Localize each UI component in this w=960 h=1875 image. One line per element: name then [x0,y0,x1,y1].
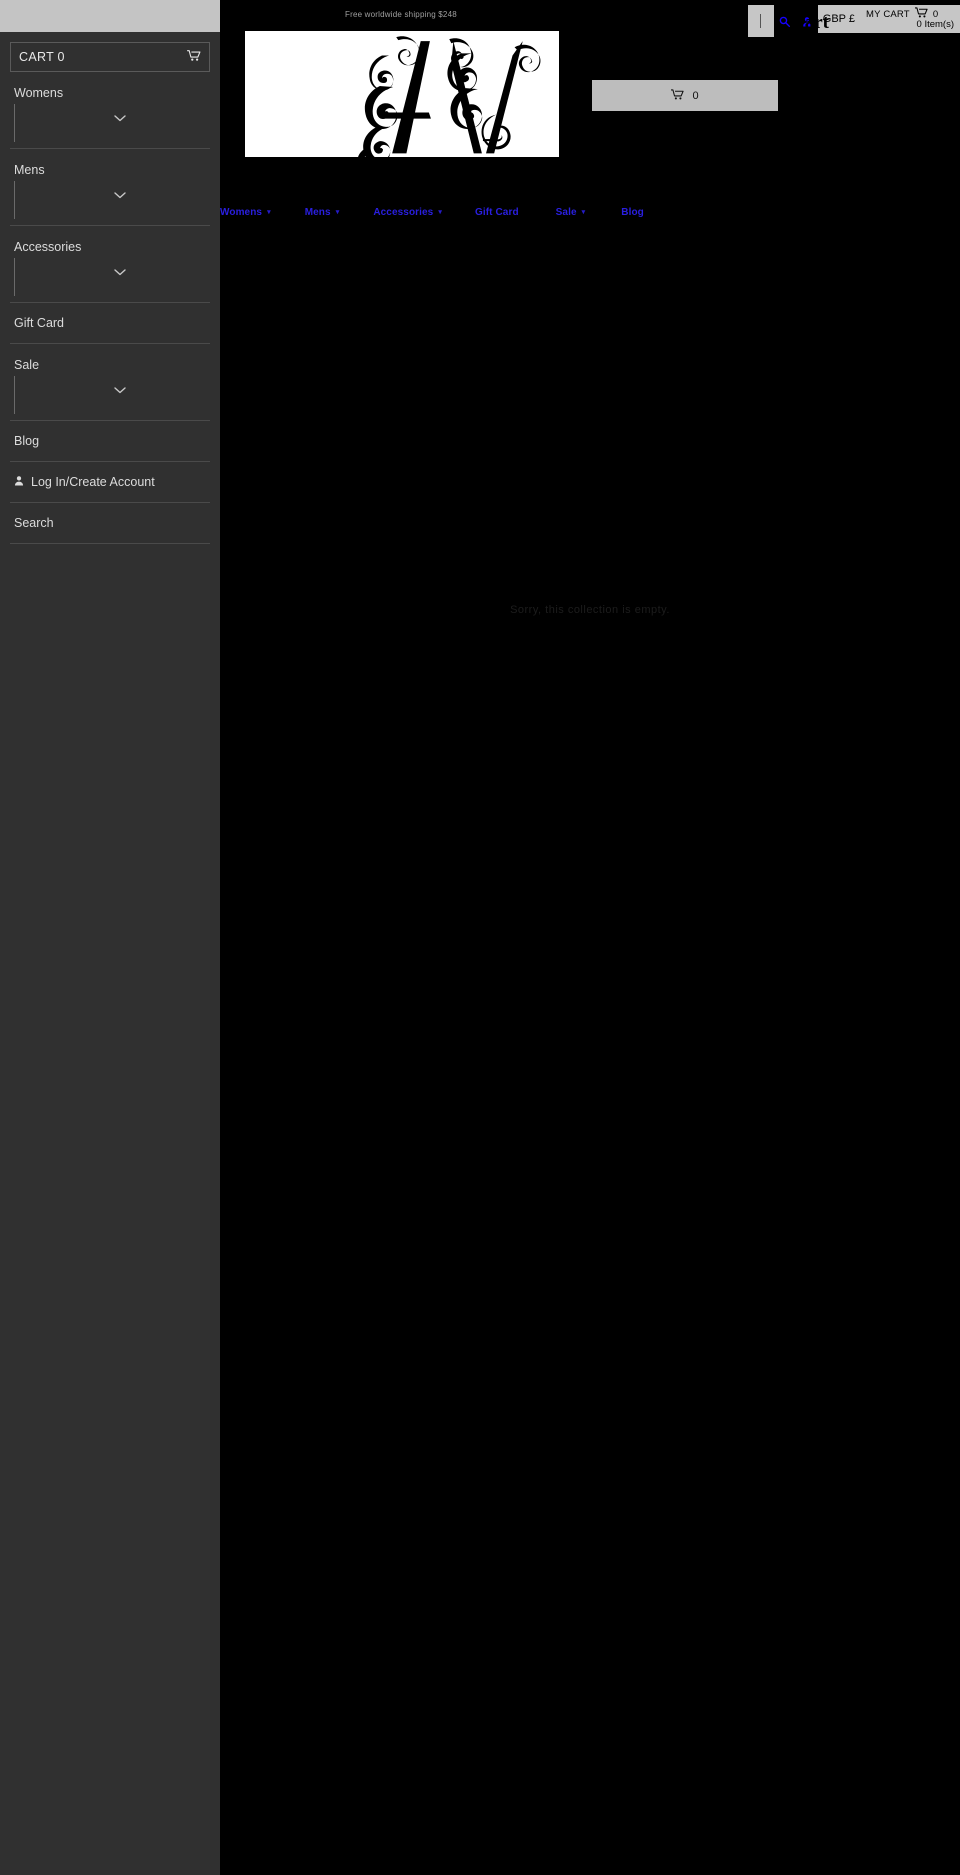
nav-item-blog[interactable]: Blog [621,207,644,218]
chevron-down-icon[interactable] [114,268,126,276]
announcement-text: Free worldwide shipping $248 [345,10,457,19]
chevron-down-icon[interactable] [114,386,126,394]
header-utility-bar: GBP £ MY CART 0 0 Item(s) [747,5,960,37]
mini-cart-button[interactable]: 0 [592,80,778,111]
sidebar-item-mens[interactable]: Mens [10,149,210,226]
sidebar-submenu-region [10,177,210,225]
sidebar-item-womens[interactable]: Womens [10,72,210,149]
sidebar-item-accessories[interactable]: Accessories [10,226,210,303]
nav-item-womens[interactable]: Womens ▾ [220,207,271,218]
sidebar-submenu-region [10,254,210,302]
sidebar-item-label: Log In/Create Account [31,475,155,489]
sidebar-item-label: Blog [14,434,40,448]
chevron-down-icon: ▾ [438,209,442,216]
nav-item-accessories[interactable]: Accessories ▾ [373,207,442,218]
sidebar-submenu-region [10,372,210,420]
cart-summary[interactable]: MY CART 0 0 Item(s) [860,5,960,33]
nav-item-gift-card[interactable]: Gift Card [475,207,519,218]
search-icon[interactable] [774,5,796,37]
main-content-area [220,224,960,1875]
sidebar-item-sale[interactable]: Sale [10,344,210,421]
sidebar-item-account[interactable]: Log In/Create Account [10,462,210,503]
nav-item-label: Accessories [373,206,434,218]
nav-item-label: Blog [621,206,644,218]
sidebar-item-label: Mens [14,163,45,177]
sidebar-item-blog[interactable]: Blog [10,421,210,462]
cart-items-text: 0 Item(s) [916,19,954,30]
sidebar-submenu-region [10,100,210,148]
nav-item-mens[interactable]: Mens ▾ [305,207,340,218]
user-icon[interactable] [796,5,818,37]
sidebar-item-label: Search [14,516,54,530]
site-logo[interactable] [245,31,559,157]
empty-collection-message: Sorry, this collection is empty. [510,604,670,616]
submenu-rule [14,181,15,219]
sidebar-item-label: Gift Card [14,316,65,330]
sidebar-body: CART 0 Womens Mens Accessories Gift Card… [0,42,220,544]
nav-item-sale[interactable]: Sale ▾ [556,207,586,218]
sidebar-search-input[interactable] [8,5,212,27]
chevron-down-icon: ▾ [335,209,340,216]
chevron-down-icon: ▾ [581,209,586,216]
nav-item-label: Sale [555,206,577,218]
user-icon [14,475,24,489]
nav-item-label: Gift Card [474,206,519,218]
cart-count: 0 [932,8,939,20]
main-navigation: Womens ▾ Mens ▾ Accessories ▾ Gift Card … [220,200,960,224]
chevron-down-icon: ▾ [267,209,271,216]
submenu-rule [14,376,15,414]
shopping-cart-icon [187,50,201,64]
shopping-cart-icon [671,88,685,103]
chevron-down-icon[interactable] [114,191,126,199]
sidebar-search-field[interactable] [0,0,220,32]
mini-cart-count: 0 [692,89,699,102]
currency-selector[interactable]: GBP £ [817,5,860,33]
sidebar-item-label: Womens [14,86,64,100]
cart-label: MY CART [866,8,910,20]
sidebar-item-label: Sale [14,358,40,372]
chevron-down-icon[interactable] [114,114,126,122]
nav-item-label: Womens [220,206,263,218]
submenu-rule [14,104,15,142]
sidebar-item-gift-card[interactable]: Gift Card [10,303,210,344]
nav-item-label: Mens [304,206,331,218]
mobile-menu-drawer: CART 0 Womens Mens Accessories Gift Card… [0,0,220,1875]
sidebar-item-search[interactable]: Search [10,503,210,544]
sidebar-cart-label: CART 0 [19,50,65,64]
text-caret [760,14,762,28]
submenu-rule [14,258,15,296]
sidebar-item-label: Accessories [14,240,82,254]
header-search-field[interactable] [747,5,774,37]
currency-label: GBP £ [822,13,855,25]
page-root: Free worldwide shipping $248 GBP £ MY CA… [0,0,960,1875]
sidebar-cart-button[interactable]: CART 0 [10,42,210,72]
